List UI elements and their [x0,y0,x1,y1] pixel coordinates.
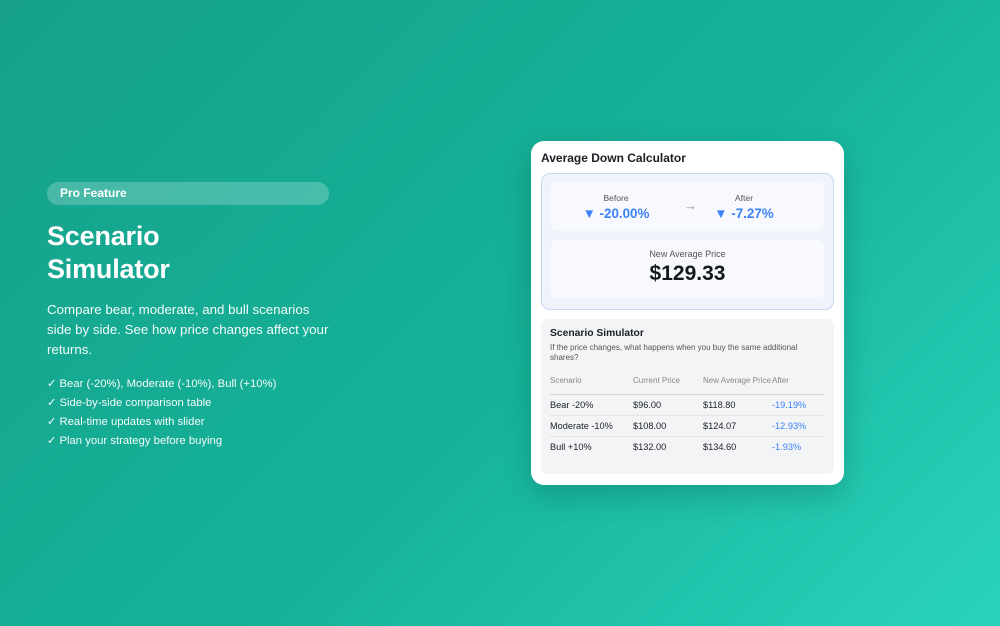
before-column: Before ▼ -20.00% [561,193,671,221]
cell-after: -19.19% [772,394,824,416]
column-header-current-price: Current Price [633,370,703,395]
cell-current-price: $132.00 [633,441,667,452]
scenario-simulator-title: Scenario Simulator [550,328,644,339]
cell-current-price: $108.00 [633,415,703,437]
feature-text: Real-time updates with slider [59,416,205,428]
table-row: Moderate -10% $108.00 $124.07 -12.93% [550,415,824,437]
new-average-price-label: New Average Price [649,249,726,259]
check-icon: ✓ [47,378,57,390]
after-column: After ▼ -7.27% [689,193,799,221]
cell-new-average-price: $124.07 [703,415,772,437]
before-label: Before [603,193,629,203]
feature-item: ✓ Real-time updates with slider [47,413,329,432]
cell-new-average-price: $118.80 [703,394,772,416]
scenario-simulator-description: If the price changes, what happens when … [550,343,798,362]
feature-item: ✓ Bear (-20%), Moderate (-10%), Bull (+10… [47,375,329,394]
result-summary: Before ▼ -20.00% → After ▼ -7.27% New Av… [541,173,834,310]
feature-item: ✓ Side-by-side comparison table [47,394,329,413]
hero-title-line-2: Simulator [47,254,170,284]
check-icon: ✓ [47,435,57,447]
before-after-box: Before ▼ -20.00% → After ▼ -7.27% [551,182,824,231]
new-average-price-box: New Average Price $129.33 [551,240,824,298]
after-label: After [734,193,754,203]
table-header-row: Scenario Current Price New Average Price… [550,370,824,395]
feature-list: ✓ Bear (-20%), Moderate (-10%), Bull (+10… [47,375,329,451]
column-header-new-average-price: New Average Price [703,370,772,395]
promo-section: Pro Feature Scenario Simulator Compare b… [47,182,329,451]
calculator-title: Average Down Calculator [541,151,686,165]
hero-title: Scenario Simulator [47,220,329,286]
new-average-price-value: $129.33 [649,262,726,285]
check-icon: ✓ [47,416,57,428]
column-header-after: After [772,370,824,395]
calculator-card: Average Down Calculator Before ▼ -20.00%… [531,141,844,485]
scenario-table: Scenario Current Price New Average Price… [550,370,824,457]
column-header-scenario: Scenario [550,370,633,395]
table-row: Bull +10% $132.00 $134.60 -1.93% [550,436,824,457]
hero-description: Compare bear, moderate, and bull scenari… [47,302,329,357]
table-row: Bear -20% $96.00 $118.80 -19.19% [550,394,824,416]
cell-scenario: Moderate -10% [550,415,633,437]
feature-text: Bear (-20%), Moderate (-10%), Bull (+10%… [59,378,277,390]
cell-scenario: Bear -20% [550,394,633,416]
cell-after: -1.93% [772,441,802,452]
hero-title-line-1: Scenario [47,221,160,251]
feature-text: Plan your strategy before buying [59,435,223,447]
cell-after: -12.93% [772,415,824,437]
after-value: ▼ -7.27% [714,206,774,221]
before-value: ▼ -20.00% [582,206,650,221]
cell-scenario: Bull +10% [550,441,592,452]
feature-item: ✓ Plan your strategy before buying [47,432,329,451]
scenario-simulator-panel: Scenario Simulator If the price changes,… [541,319,834,474]
pro-feature-badge: Pro Feature [47,182,329,205]
feature-text: Side-by-side comparison table [59,397,212,409]
cell-current-price: $96.00 [633,394,703,416]
check-icon: ✓ [47,397,57,409]
cell-new-average-price: $134.60 [703,441,737,452]
